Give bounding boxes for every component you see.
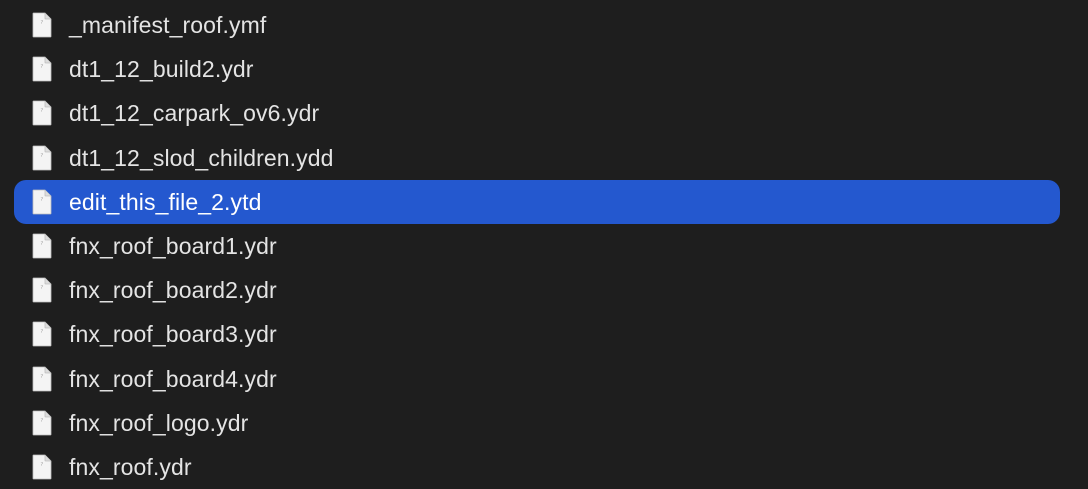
document-icon: ? [32,454,52,480]
file-row[interactable]: ? fnx_roof.ydr [14,445,1060,489]
file-row[interactable]: ? fnx_roof_board1.ydr [14,224,1060,268]
file-row[interactable]: ? fnx_roof_board4.ydr [14,357,1060,401]
document-icon: ? [32,277,52,303]
document-icon: ? [32,410,52,436]
file-name: fnx_roof_logo.ydr [69,409,249,436]
file-row[interactable]: ? edit_this_file_2.ytd [14,179,1060,224]
file-name: fnx_roof_board3.ydr [69,321,277,348]
file-name: fnx_roof_board1.ydr [69,233,277,259]
file-name: _manifest_roof.ymf [69,12,267,38]
file-name: fnx_roof.ydr [69,454,192,480]
document-icon: ? [32,321,52,347]
svg-text:?: ? [41,153,44,159]
svg-text:?: ? [41,418,44,424]
file-name: fnx_roof_board2.ydr [69,277,277,304]
file-name: dt1_12_carpark_ov6.ydr [69,100,320,127]
file-row[interactable]: ? fnx_roof_logo.ydr [14,401,1060,445]
file-name: edit_this_file_2.ytd [69,188,262,215]
document-icon: ? [32,366,52,392]
document-icon: ? [32,100,52,126]
file-row[interactable]: ? fnx_roof_board2.ydr [14,268,1060,312]
svg-text:?: ? [41,462,44,468]
document-icon: ? [32,233,52,259]
svg-text:?: ? [41,374,44,380]
file-name: dt1_12_build2.ydr [69,56,254,83]
svg-text:?: ? [41,241,44,247]
svg-text:?: ? [41,329,44,335]
document-icon: ? [32,12,52,38]
document-icon: ? [32,56,52,82]
file-name: dt1_12_slod_children.ydd [69,144,334,171]
svg-text:?: ? [41,197,44,203]
svg-text:?: ? [41,285,44,291]
file-list: ? _manifest_roof.ymf? dt1_12_build2.ydr? dt… [0,0,1088,480]
document-icon: ? [32,145,52,171]
file-row[interactable]: ? dt1_12_build2.ydr [14,47,1060,91]
svg-text:?: ? [41,20,44,26]
file-row[interactable]: ? _manifest_roof.ymf [14,3,1060,47]
file-row[interactable]: ? fnx_roof_board3.ydr [14,312,1060,356]
file-row[interactable]: ? dt1_12_slod_children.ydd [14,136,1060,180]
svg-text:?: ? [41,64,44,70]
file-name: fnx_roof_board4.ydr [69,365,277,392]
svg-text:?: ? [41,108,44,114]
document-icon: ? [32,189,52,215]
file-row[interactable]: ? dt1_12_carpark_ov6.ydr [14,91,1060,135]
